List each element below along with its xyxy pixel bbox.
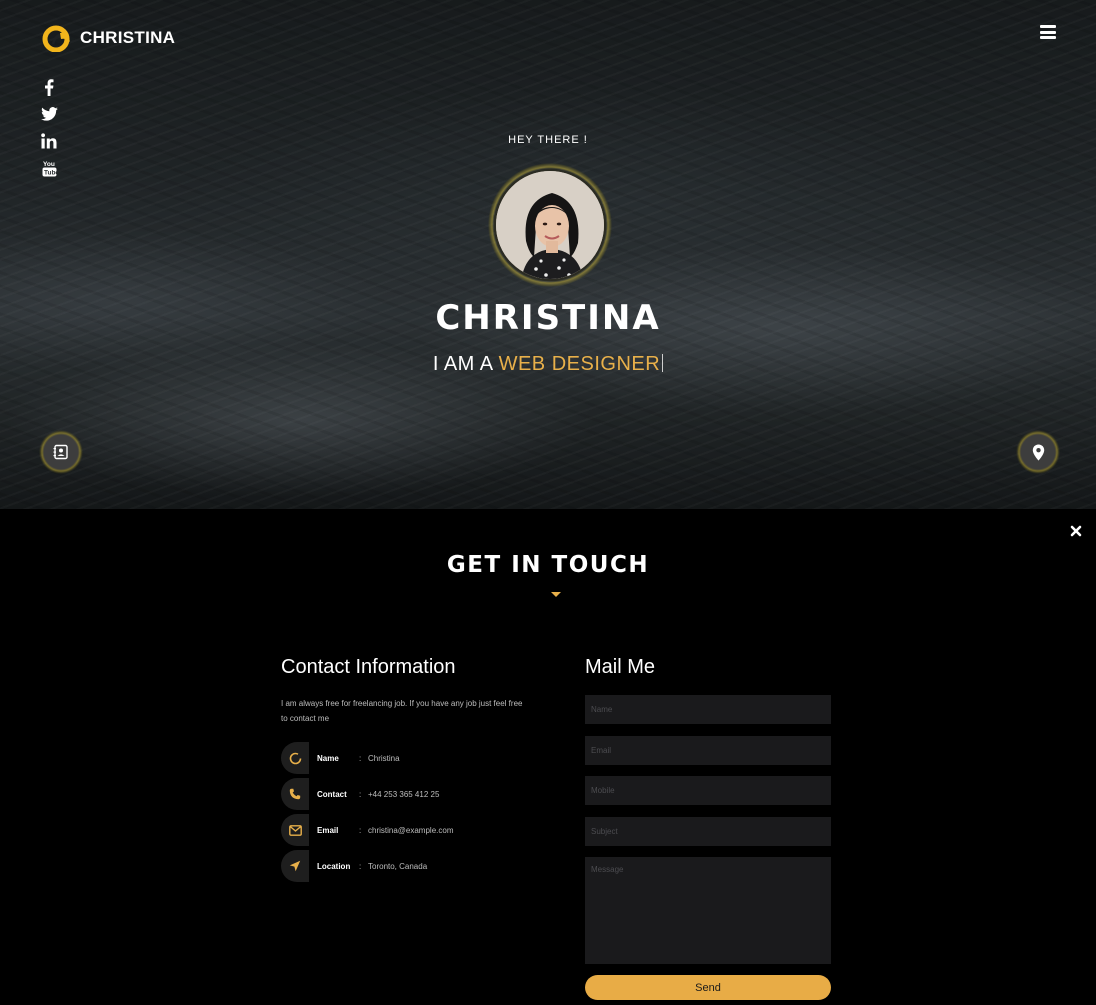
logo-mark-icon — [42, 25, 70, 52]
info-label: Location — [317, 861, 351, 871]
hero-tagline: I AM A WEB DESIGNER — [0, 353, 1096, 376]
hero-name: CHRISTINA — [435, 298, 661, 338]
hamburger-icon[interactable] — [1040, 25, 1056, 39]
info-label: Email — [317, 825, 339, 835]
info-row-contact: Contact : +44 253 365 412 25 — [281, 778, 551, 810]
tagline-role: WEB DESIGNER — [498, 353, 661, 375]
brand-name: CHRISTINA — [80, 28, 176, 47]
twitter-icon[interactable] — [38, 105, 60, 123]
social-links: You Tube — [38, 78, 60, 177]
phone-icon — [281, 778, 309, 810]
typing-cursor — [662, 354, 664, 372]
contact-card-button[interactable] — [39, 430, 83, 474]
subject-input[interactable] — [585, 817, 831, 846]
mobile-input[interactable] — [585, 776, 831, 805]
info-row-location: Location : Toronto, Canada — [281, 850, 551, 882]
info-label: Contact — [317, 789, 347, 799]
section-title: GET IN TOUCH — [446, 552, 650, 578]
info-separator: : — [359, 825, 362, 835]
brand-logo[interactable]: CHRISTINA — [42, 24, 175, 52]
location-arrow-icon — [281, 850, 309, 882]
close-icon[interactable] — [1069, 524, 1083, 538]
info-label: Name — [317, 753, 339, 763]
info-row-email: Email : christina@example.com — [281, 814, 551, 846]
info-value: Toronto, Canada — [368, 861, 428, 871]
send-button[interactable]: Send — [585, 975, 831, 1000]
info-separator: : — [359, 753, 362, 763]
message-textarea[interactable] — [585, 857, 831, 964]
email-input[interactable] — [585, 736, 831, 765]
map-pin-icon — [1032, 444, 1044, 460]
info-value: christina@example.com — [368, 825, 454, 835]
info-value: Christina — [368, 753, 400, 763]
title-caret-icon — [551, 592, 561, 597]
contact-info-text: I am always free for freelancing job. If… — [281, 699, 523, 723]
contact-info-heading: Contact Information — [281, 656, 456, 678]
hero-section: CHRISTINA You Tube HEY THERE ! — [0, 0, 1096, 509]
facebook-icon[interactable] — [38, 78, 60, 96]
tagline-prefix: I AM A — [432, 353, 493, 375]
youtube-icon[interactable]: You Tube — [38, 159, 60, 177]
svg-text:You: You — [43, 161, 55, 168]
loading-ring-icon — [281, 742, 309, 774]
info-value: +44 253 365 412 25 — [368, 789, 440, 799]
mail-me-heading: Mail Me — [585, 656, 656, 678]
info-separator: : — [359, 789, 362, 799]
location-button[interactable] — [1016, 430, 1060, 474]
avatar — [494, 169, 606, 281]
name-input[interactable] — [585, 695, 831, 724]
envelope-icon — [281, 814, 309, 846]
contact-card-icon — [53, 444, 68, 460]
info-separator: : — [359, 861, 362, 871]
svg-text:Tube: Tube — [44, 170, 57, 177]
hero-greeting: HEY THERE ! — [508, 134, 588, 146]
info-row-name: Name : Christina — [281, 742, 551, 774]
